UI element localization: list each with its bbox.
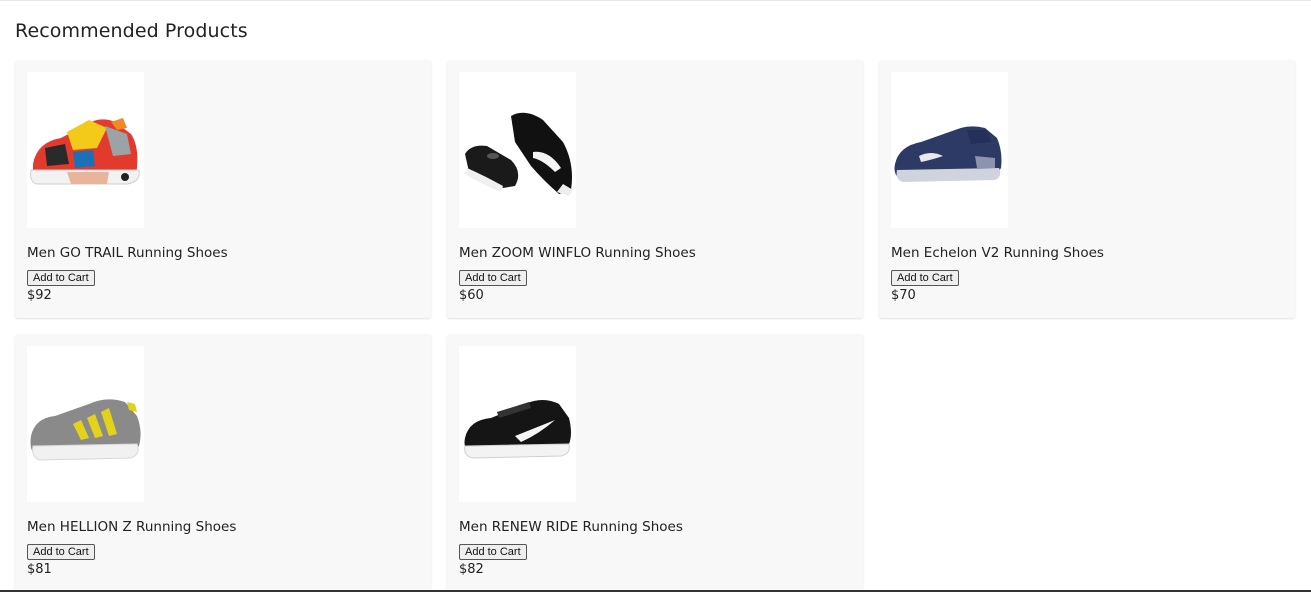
grey-yellow-running-shoe-image (30, 399, 141, 461)
product-price: $70 (891, 288, 916, 303)
product-name[interactable]: Men RENEW RIDE Running Shoes (459, 519, 683, 535)
product-image[interactable] (891, 72, 1008, 228)
product-name[interactable]: Men ZOOM WINFLO Running Shoes (459, 245, 696, 261)
black-running-shoe-pair-image (465, 112, 573, 196)
top-divider (0, 0, 1311, 1)
product-card: Men Echelon V2 Running Shoes Add to Cart… (879, 60, 1295, 318)
product-grid: Men GO TRAIL Running Shoes Add to Cart $… (15, 60, 1296, 592)
product-price: $81 (27, 562, 52, 577)
add-to-cart-button[interactable]: Add to Cart (27, 270, 95, 286)
product-name[interactable]: Men HELLION Z Running Shoes (27, 519, 236, 535)
add-to-cart-button[interactable]: Add to Cart (891, 270, 959, 286)
product-card: Men GO TRAIL Running Shoes Add to Cart $… (15, 60, 431, 318)
add-to-cart-button[interactable]: Add to Cart (459, 544, 527, 560)
product-price: $92 (27, 288, 52, 303)
add-to-cart-button[interactable]: Add to Cart (459, 270, 527, 286)
product-card: Men ZOOM WINFLO Running Shoes Add to Car… (447, 60, 863, 318)
product-card: Men RENEW RIDE Running Shoes Add to Cart… (447, 334, 863, 592)
product-image[interactable] (459, 72, 576, 228)
product-image[interactable] (459, 346, 576, 502)
multicolor-trail-shoe-image (30, 118, 140, 185)
black-white-running-shoe-image (464, 400, 571, 459)
section-title: Recommended Products (15, 20, 248, 42)
product-image[interactable] (27, 72, 144, 228)
product-card: Men HELLION Z Running Shoes Add to Cart … (15, 334, 431, 592)
product-price: $60 (459, 288, 484, 303)
product-name[interactable]: Men Echelon V2 Running Shoes (891, 245, 1104, 261)
navy-running-shoe-image (894, 126, 1002, 182)
product-name[interactable]: Men GO TRAIL Running Shoes (27, 245, 228, 261)
product-image[interactable] (27, 346, 144, 502)
add-to-cart-button[interactable]: Add to Cart (27, 544, 95, 560)
product-price: $82 (459, 562, 484, 577)
